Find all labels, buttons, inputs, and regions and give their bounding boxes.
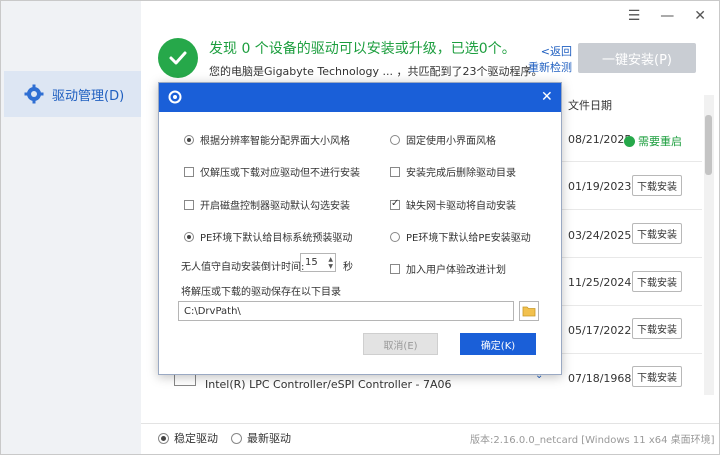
save-dir-label: 将解压或下载的驱动保存在以下目录 bbox=[181, 283, 341, 298]
option-label: 缺失网卡驱动将自动安装 bbox=[406, 201, 516, 212]
download-install-button[interactable]: 下载安装 bbox=[632, 318, 682, 339]
rescan-link[interactable]: 重新检测 bbox=[528, 60, 572, 76]
checkbox[interactable] bbox=[390, 166, 400, 177]
minimize-icon[interactable]: — bbox=[660, 8, 674, 24]
scrollbar-thumb[interactable] bbox=[705, 115, 712, 175]
option-label: PE环境下默认给目标系统预装驱动 bbox=[200, 233, 353, 244]
radio-label: 稳定驱动 bbox=[174, 432, 218, 445]
radio-button[interactable] bbox=[184, 231, 194, 242]
option-missing-nic[interactable]: 缺失网卡驱动将自动安装 bbox=[390, 197, 516, 212]
window-controls: ☰ — ✕ bbox=[628, 8, 706, 24]
radio-button[interactable] bbox=[184, 134, 194, 145]
download-install-button[interactable]: 下载安装 bbox=[632, 175, 682, 196]
ok-button[interactable]: 确定(K) bbox=[460, 333, 536, 355]
countdown-text: 无人值守自动安装倒计时间: bbox=[181, 262, 305, 273]
option-pe-target-system[interactable]: PE环境下默认给目标系统预装驱动 bbox=[184, 229, 352, 244]
file-date-header: 文件日期 bbox=[568, 99, 612, 112]
countdown-label: 无人值守自动安装倒计时间: bbox=[181, 258, 304, 273]
radio-button[interactable] bbox=[390, 231, 400, 242]
settings-dialog: ✕ 根据分辨率智能分配界面大小风格 固定使用小界面风格 仅解压或下载对应驱动但不… bbox=[158, 82, 562, 375]
dialog-close-icon[interactable]: ✕ bbox=[541, 89, 553, 105]
radio-label: 最新驱动 bbox=[247, 432, 291, 445]
status-text: 需要重启 bbox=[638, 135, 682, 148]
save-dir-input[interactable]: C:\DrvPath\ bbox=[178, 301, 514, 321]
row-divider bbox=[560, 161, 702, 162]
back-link[interactable]: <返回 bbox=[528, 44, 572, 60]
row-date: 11/25/2024 bbox=[568, 276, 632, 289]
check-icon bbox=[624, 135, 635, 147]
scan-headline: 发现 0 个设备的驱动可以安装或升级，已选0个。 bbox=[209, 41, 516, 57]
option-label: 固定使用小界面风格 bbox=[406, 136, 496, 147]
radio-button[interactable] bbox=[158, 432, 169, 444]
download-install-button[interactable]: 下载安装 bbox=[632, 223, 682, 244]
version-text: 版本:2.16.0.0_netcard [Windows 11 x64 桌面环境… bbox=[470, 435, 715, 446]
row-divider bbox=[560, 305, 702, 306]
browse-folder-button[interactable] bbox=[519, 301, 539, 321]
option-label: 仅解压或下载对应驱动但不进行安装 bbox=[200, 168, 360, 179]
radio-stable-driver[interactable]: 稳定驱动 bbox=[158, 430, 218, 446]
menu-icon[interactable]: ☰ bbox=[628, 8, 641, 24]
unit-text: 秒 bbox=[343, 262, 353, 273]
option-fixed-small-ui[interactable]: 固定使用小界面风格 bbox=[390, 132, 496, 147]
row-date: 08/21/2025 bbox=[568, 133, 632, 146]
option-delete-after-install[interactable]: 安装完成后删除驱动目录 bbox=[390, 164, 516, 179]
radio-button[interactable] bbox=[231, 432, 242, 444]
install-all-button[interactable]: 一键安装(P) bbox=[578, 43, 696, 73]
option-adaptive-ui[interactable]: 根据分辨率智能分配界面大小风格 bbox=[184, 132, 350, 147]
checkbox[interactable] bbox=[184, 166, 194, 177]
dialog-titlebar: ✕ bbox=[159, 83, 561, 112]
row-date: 01/19/2023 bbox=[568, 180, 632, 193]
device-name: Intel(R) LPC Controller/eSPI Controller … bbox=[205, 378, 452, 391]
checkbox[interactable] bbox=[390, 198, 400, 210]
radio-button[interactable] bbox=[390, 134, 400, 145]
option-disk-controller[interactable]: 开启磁盘控制器驱动默认勾选安装 bbox=[184, 197, 350, 212]
app-logo-icon bbox=[168, 90, 182, 104]
sidebar-item-label: 驱动管理(D) bbox=[52, 88, 125, 104]
row-date: 05/17/2022 bbox=[568, 324, 632, 337]
stepper-arrows-icon[interactable]: ▲ ▼ bbox=[328, 256, 333, 270]
row-divider bbox=[560, 353, 702, 354]
row-divider bbox=[560, 257, 702, 258]
sidebar-item-driver-management[interactable]: 驱动管理(D) bbox=[4, 71, 141, 117]
sidebar: 驱动管理(D) bbox=[1, 1, 141, 454]
checkbox[interactable] bbox=[390, 263, 400, 274]
label-text: 将解压或下载的驱动保存在以下目录 bbox=[181, 287, 341, 298]
close-icon[interactable]: ✕ bbox=[694, 8, 706, 24]
option-label: 根据分辨率智能分配界面大小风格 bbox=[200, 136, 350, 147]
gear-icon bbox=[24, 84, 44, 104]
option-label: PE环境下默认给PE安装驱动 bbox=[406, 233, 531, 244]
checkbox[interactable] bbox=[184, 199, 194, 210]
row-date: 07/18/1968 bbox=[568, 372, 632, 385]
countdown-unit: 秒 bbox=[343, 258, 353, 273]
cancel-button[interactable]: 取消(E) bbox=[363, 333, 438, 355]
row-divider bbox=[560, 209, 702, 210]
option-label: 开启磁盘控制器驱动默认勾选安装 bbox=[200, 201, 350, 212]
option-user-experience[interactable]: 加入用户体验改进计划 bbox=[390, 261, 506, 276]
option-extract-only[interactable]: 仅解压或下载对应驱动但不进行安装 bbox=[184, 164, 360, 179]
header-links: <返回 重新检测 bbox=[528, 44, 572, 76]
radio-latest-driver[interactable]: 最新驱动 bbox=[231, 430, 291, 446]
folder-icon bbox=[522, 306, 536, 317]
row-date: 03/24/2025 bbox=[568, 229, 632, 242]
download-install-button[interactable]: 下载安装 bbox=[632, 366, 682, 387]
countdown-value: 15 bbox=[305, 257, 318, 268]
option-label: 安装完成后删除驱动目录 bbox=[406, 168, 516, 179]
option-pe-self[interactable]: PE环境下默认给PE安装驱动 bbox=[390, 229, 531, 244]
restart-required-status: 需要重启 bbox=[624, 133, 682, 149]
option-label: 加入用户体验改进计划 bbox=[406, 265, 506, 276]
countdown-stepper[interactable]: 15 ▲ ▼ bbox=[300, 253, 336, 272]
success-check-icon bbox=[158, 38, 198, 78]
download-install-button[interactable]: 下载安装 bbox=[632, 271, 682, 292]
scan-subline: 您的电脑是Gigabyte Technology ... ，共匹配到了23个驱动… bbox=[209, 65, 543, 78]
